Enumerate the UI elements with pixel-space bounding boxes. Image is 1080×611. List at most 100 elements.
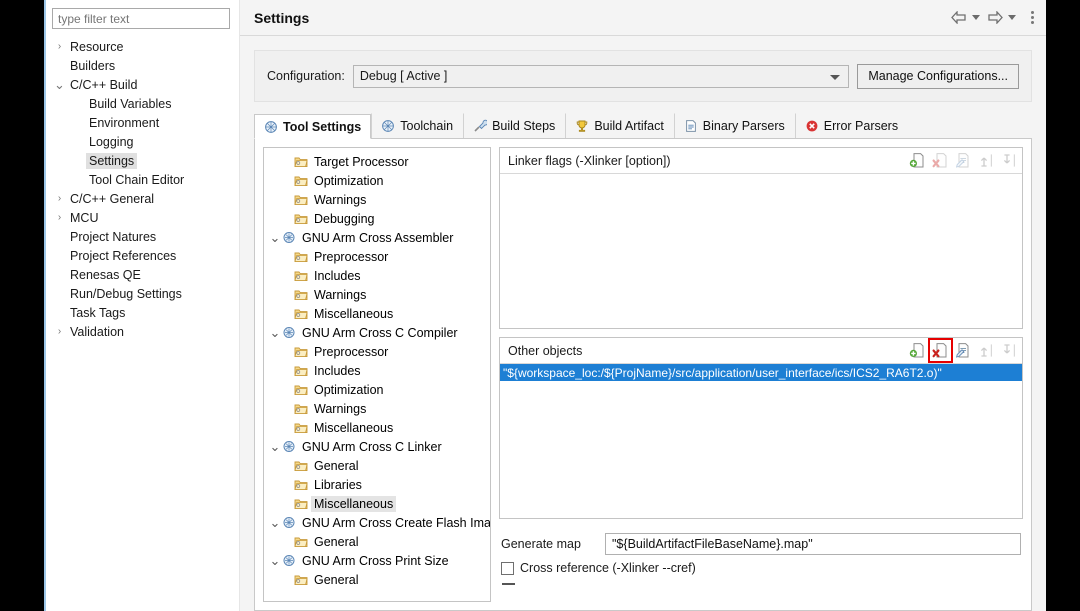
configuration-select[interactable]: Debug [ Active ] [352,64,850,88]
option-tree-item[interactable]: Libraries [266,475,488,494]
option-tree-label: Miscellaneous [314,306,394,321]
linker-flags-list[interactable] [500,174,1022,328]
option-folder-icon [294,212,311,225]
option-tree-item[interactable]: Preprocessor [266,247,488,266]
chevron-down-icon[interactable]: ⌄ [52,78,67,91]
sidebar-item-builders[interactable]: Builders [52,56,233,75]
filter-input[interactable] [52,8,230,29]
other-objects-list[interactable]: "${workspace_loc:/${ProjName}/src/applic… [500,364,1022,518]
list-item[interactable]: "${workspace_loc:/${ProjName}/src/applic… [500,364,1022,381]
option-tree-item[interactable]: General [266,532,488,551]
tool-node-icon [282,231,299,244]
option-tree-label: Preprocessor [314,344,389,359]
option-tree-item[interactable]: Optimization [266,380,488,399]
tab-tool-settings[interactable]: Tool Settings [254,114,372,139]
option-tree-item[interactable]: Miscellaneous [266,494,488,513]
delete-icon[interactable] [928,338,953,363]
tab-toolchain[interactable]: Toolchain [371,113,463,138]
option-tree-item[interactable]: Optimization [266,171,488,190]
option-tree-label: General [314,534,359,549]
chevron-right-icon[interactable]: › [52,208,67,227]
chevron-down-icon[interactable]: ⌄ [268,554,282,567]
chevron-right-icon[interactable]: › [52,37,67,56]
preferences-sidebar: ›ResourceBuilders⌄C/C++ BuildBuild Varia… [46,0,240,611]
tool-node-icon [282,326,299,339]
linker-flags-group: Linker flags (-Xlinker [option]) [499,147,1023,329]
sidebar-item-project-natures[interactable]: Project Natures [52,227,233,246]
sidebar-item-run-debug-settings[interactable]: Run/Debug Settings [52,284,233,303]
manage-configurations-button[interactable]: Manage Configurations... [857,63,1019,89]
sidebar-item-logging[interactable]: Logging [52,132,233,151]
back-dropdown-caret-icon[interactable] [972,15,980,20]
sidebar-item-label: Environment [89,115,160,130]
option-tree-item[interactable]: General [266,570,488,589]
option-tree-label: Target Processor [314,154,409,169]
cross-reference-row[interactable]: Cross reference (-Xlinker --cref) [501,557,1021,579]
sidebar-item-tool-chain-editor[interactable]: Tool Chain Editor [52,170,233,189]
option-tree-label: Warnings [314,287,367,302]
option-tree-label: GNU Arm Cross C Compiler [302,325,458,340]
option-folder-icon [294,288,311,301]
option-tree-item[interactable]: Warnings [266,399,488,418]
sidebar-item-settings[interactable]: Settings [52,151,233,170]
option-tree-item[interactable]: Warnings [266,190,488,209]
other-objects-toolbar [909,338,1018,363]
option-tree-item[interactable]: Includes [266,266,488,285]
tab-bar: Tool Settings Toolchain Build Steps Build A… [254,113,1032,139]
forward-dropdown-caret-icon[interactable] [1008,15,1016,20]
add-icon[interactable] [909,342,926,359]
configuration-label: Configuration: [267,69,345,83]
option-tree-item[interactable]: ⌄ GNU Arm Cross C Linker [266,437,488,456]
sidebar-item-environment[interactable]: Environment [52,113,233,132]
option-tree-item[interactable]: ⌄ GNU Arm Cross Print Size [266,551,488,570]
tab-error-parsers[interactable]: Error Parsers [794,113,908,138]
cross-reference-checkbox[interactable] [501,561,514,575]
sidebar-item-label: Validation [70,324,124,339]
sidebar-item-task-tags[interactable]: Task Tags [52,303,233,322]
option-tree-item[interactable]: ⌄ GNU Arm Cross Create Flash Image [266,513,490,532]
chevron-down-icon[interactable]: ⌄ [268,231,282,244]
sidebar-item-c-c-general[interactable]: › C/C++ General [52,189,233,208]
option-tree-item[interactable]: Debugging [266,209,488,228]
sidebar-item-renesas-qe[interactable]: Renesas QE [52,265,233,284]
tab-build-artifact[interactable]: Build Artifact [565,113,673,138]
configuration-bar: Configuration: Debug [ Active ] Manage C… [254,50,1032,102]
sidebar-item-label: Build Variables [89,96,172,111]
tab-build-steps[interactable]: Build Steps [463,113,565,138]
view-menu-icon[interactable] [1031,11,1034,24]
option-tree-item[interactable]: General [266,456,488,475]
generate-map-input[interactable]: "${BuildArtifactFileBaseName}.map" [605,533,1021,555]
chevron-right-icon[interactable]: › [52,322,67,341]
option-tree-item[interactable]: Miscellaneous [266,418,488,437]
sidebar-item-validation[interactable]: › Validation [52,322,233,341]
tab-label: Build Artifact [594,119,664,133]
sidebar-item-mcu[interactable]: › MCU [52,208,233,227]
sidebar-item-c-c-build[interactable]: ⌄ C/C++ Build [52,75,233,94]
option-tree-item[interactable]: Warnings [266,285,488,304]
screenshot-root: ›ResourceBuilders⌄C/C++ BuildBuild Varia… [0,0,1080,611]
chevron-down-icon[interactable]: ⌄ [268,326,282,339]
option-tree-item[interactable]: Miscellaneous [266,304,488,323]
chevron-right-icon[interactable]: › [52,189,67,208]
edit-icon[interactable] [955,342,972,359]
back-arrow-icon[interactable] [951,11,967,24]
forward-arrow-icon[interactable] [987,11,1003,24]
add-icon[interactable] [909,152,926,169]
option-tree-item[interactable]: ⌄ GNU Arm Cross C Compiler [266,323,488,342]
option-tree-item[interactable]: Target Processor [266,152,488,171]
option-tree-label: GNU Arm Cross Assembler [302,230,454,245]
header-navigation [951,11,1034,24]
option-folder-icon [294,250,311,263]
option-tree-item[interactable]: ⌄ GNU Arm Cross Assembler [266,228,488,247]
sidebar-item-build-variables[interactable]: Build Variables [52,94,233,113]
option-tree-item[interactable]: Includes [266,361,488,380]
tab-binary-parsers[interactable]: Binary Parsers [673,113,795,138]
option-tree-item[interactable]: Preprocessor [266,342,488,361]
chevron-down-icon[interactable]: ⌄ [268,440,282,453]
option-tree-label: Includes [314,268,361,283]
sidebar-item-resource[interactable]: › Resource [52,37,233,56]
chevron-down-icon[interactable]: ⌄ [268,516,282,529]
sidebar-item-project-references[interactable]: Project References [52,246,233,265]
option-folder-icon [294,478,311,491]
sidebar-item-label: Resource [70,39,124,54]
